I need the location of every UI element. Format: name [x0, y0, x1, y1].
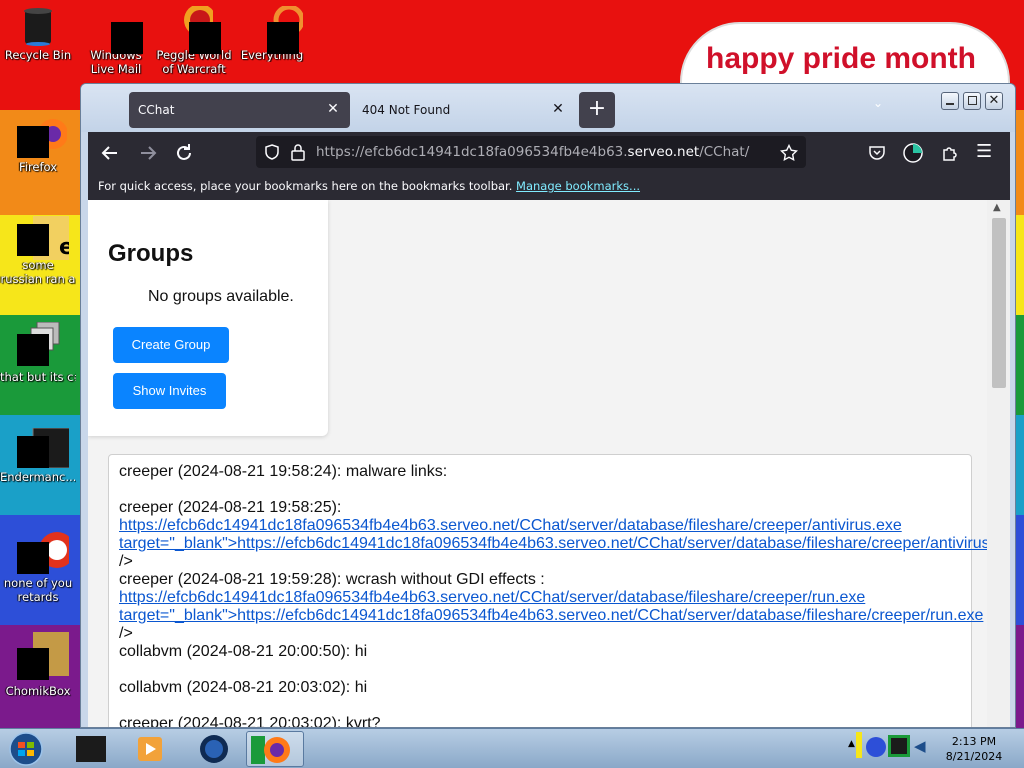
chat-message: creeper (2024-08-21 19:58:24): malware l…: [119, 463, 448, 480]
taskbar-clock[interactable]: 2:13 PM 8/21/2024: [940, 734, 1008, 764]
navigation-toolbar: https://efcb6dc14941dc18fa096534fb4e4b63…: [88, 132, 1010, 174]
bookmarks-toolbar: For quick access, place your bookmarks h…: [88, 174, 1010, 200]
tray-volume-icon[interactable]: ◀: [914, 737, 932, 755]
forward-button[interactable]: [136, 141, 160, 165]
tab-label: CChat: [138, 103, 175, 117]
everything-icon: [253, 4, 305, 54]
pride-banner-text: happy pride month: [706, 42, 976, 75]
close-window-button[interactable]: ✕: [985, 92, 1003, 110]
desktop-icon-some-russian[interactable]: e some russian ran a rat: [0, 216, 81, 286]
clock-date: 8/21/2024: [945, 750, 1003, 763]
desktop-icon-endermanch[interactable]: Endermanc...: [0, 427, 82, 484]
chomikbox-icon: [17, 632, 79, 680]
taskbar-media-player-icon[interactable]: [122, 731, 178, 767]
bookmarks-hint: For quick access, place your bookmarks h…: [98, 179, 513, 193]
groups-empty-message: No groups available.: [148, 288, 294, 305]
firefox-window: CChat ✕ 404 Not Found ✕ + ⌄ ✕ https://ef…: [80, 83, 1016, 728]
mail-icon: [97, 6, 143, 54]
chat-log[interactable]: creeper (2024-08-21 19:58:24): malware l…: [108, 454, 1010, 728]
groups-title: Groups: [108, 240, 194, 267]
app-icon: [17, 530, 75, 574]
url-bar[interactable]: https://efcb6dc14941dc18fa096534fb4e4b63…: [256, 136, 806, 168]
chat-message: collabvm (2024-08-21 20:03:02): hi: [119, 679, 368, 696]
show-invites-button[interactable]: Show Invites: [113, 373, 226, 409]
chat-message: creeper (2024-08-21 19:59:28): wcrash wi…: [119, 571, 984, 642]
tray-network-icon[interactable]: [866, 737, 886, 757]
desktop-icon-everything[interactable]: Everything: [234, 4, 310, 62]
desktop-icon-recycle-bin[interactable]: Recycle Bin: [0, 6, 76, 62]
terminal-icon: [17, 427, 82, 469]
bookmark-star-icon[interactable]: [780, 144, 798, 162]
recycle-bin-icon: [19, 6, 57, 46]
desktop-icon-none-of-you[interactable]: none of you retards kno...: [0, 530, 76, 604]
pocket-icon[interactable]: [868, 144, 886, 162]
svg-text:e: e: [59, 235, 69, 260]
tab-404-not-found[interactable]: 404 Not Found ✕: [353, 92, 575, 128]
new-tab-button[interactable]: +: [579, 92, 615, 128]
chat-link[interactable]: https://efcb6dc14941dc18fa096534fb4e4b63…: [119, 517, 1010, 552]
tray-yellow-icon[interactable]: [856, 732, 862, 758]
firefox-icon: [17, 118, 68, 158]
taskbar: ▲ ◀ 2:13 PM 8/21/2024: [0, 728, 1024, 768]
minimize-button[interactable]: [941, 92, 959, 110]
desktop-icon-chomikbox[interactable]: ChomikBox: [0, 632, 79, 698]
desktop-icon-windows-live-mail[interactable]: Windows Live Mail: [78, 6, 154, 76]
close-tab-icon[interactable]: ✕: [325, 101, 341, 117]
taskbar-globe-icon[interactable]: [186, 731, 242, 767]
start-button[interactable]: [4, 731, 48, 767]
close-tab-icon[interactable]: ✕: [550, 101, 566, 117]
reload-icon: [177, 144, 191, 160]
reload-button[interactable]: [172, 141, 196, 165]
lock-icon[interactable]: [290, 143, 306, 161]
groups-panel: Groups No groups available. Create Group…: [88, 200, 328, 436]
windows-stack-icon: [17, 321, 60, 366]
chat-message: collabvm (2024-08-21 20:00:50): hi: [119, 643, 368, 660]
page-scrollbar[interactable]: ▲: [987, 200, 1010, 727]
chat-link[interactable]: https://efcb6dc14941dc18fa096534fb4e4b63…: [119, 589, 983, 624]
tab-label: 404 Not Found: [362, 103, 451, 117]
chat-message: creeper (2024-08-21 19:58:25): https://e…: [119, 499, 1010, 571]
firefox-account-icon[interactable]: [902, 142, 924, 164]
scrollbar-thumb[interactable]: [992, 218, 1006, 388]
clock-time: 2:13 PM: [951, 735, 997, 748]
desktop-icon-that-but-its[interactable]: that but its c#: [0, 321, 76, 384]
chat-message: creeper (2024-08-21 20:03:02): kvrt?: [119, 715, 381, 728]
shield-icon[interactable]: [264, 144, 280, 160]
peggle-icon: [175, 4, 221, 54]
back-button[interactable]: [98, 141, 122, 165]
show-hidden-icons-icon[interactable]: ▲: [848, 739, 855, 749]
extensions-icon[interactable]: [940, 143, 960, 163]
url-text: https://efcb6dc14941dc18fa096534fb4e4b63…: [316, 144, 750, 160]
tab-list-chevron-icon[interactable]: ⌄: [873, 96, 883, 110]
page-content: Groups No groups available. Create Group…: [88, 200, 1010, 728]
taskbar-terminal-icon[interactable]: [64, 731, 120, 767]
tab-cchat[interactable]: CChat ✕: [129, 92, 350, 128]
scroll-up-arrow-icon[interactable]: ▲: [993, 202, 1001, 213]
tab-strip: CChat ✕ 404 Not Found ✕ + ⌄ ✕: [81, 84, 1015, 132]
maximize-button[interactable]: [963, 92, 981, 110]
forward-arrow-icon: [141, 146, 157, 160]
document-icon: e: [17, 216, 81, 260]
hamburger-menu-icon[interactable]: ☰: [976, 141, 992, 162]
desktop-icon-firefox[interactable]: Firefox: [0, 118, 76, 174]
taskbar-firefox-icon[interactable]: [246, 731, 304, 767]
create-group-button[interactable]: Create Group: [113, 327, 229, 363]
manage-bookmarks-link[interactable]: Manage bookmarks...: [516, 179, 640, 193]
desktop-icon-peggle[interactable]: Peggle World of Warcraft: [156, 4, 232, 76]
back-arrow-icon: [101, 146, 117, 160]
tray-app-icon[interactable]: [888, 735, 910, 757]
